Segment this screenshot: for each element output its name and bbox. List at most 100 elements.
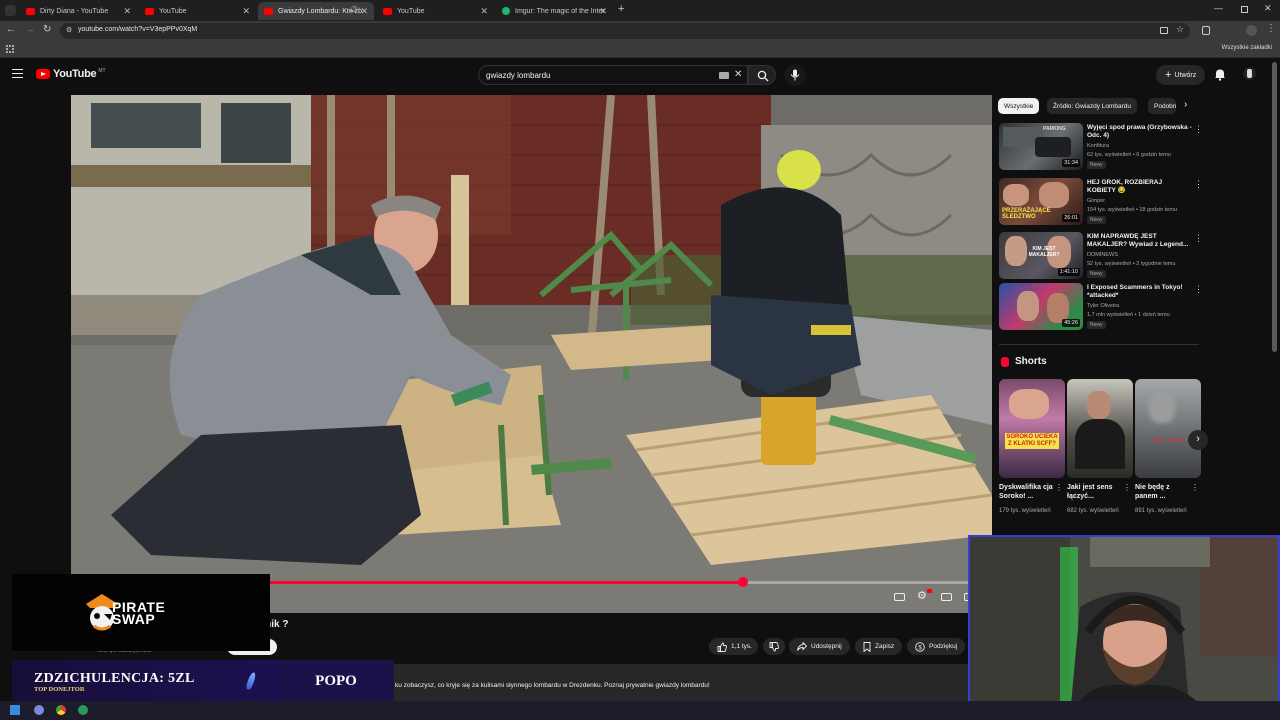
filter-chips: Wszystkie Źródło: Gwiazdy Lombardu Podob… [998, 98, 1198, 114]
video-thumbnail[interactable]: PRZERAŻAJĄCE ŚLEDZTWO 26:01 [999, 178, 1083, 225]
short-title[interactable]: Nie będę z panem ... [1135, 483, 1189, 501]
channel-name[interactable]: Konfitura [1087, 143, 1109, 149]
page-scrollbar[interactable] [1272, 62, 1277, 352]
video-meta: 154 tys. wyświetleń • 18 godzin temu [1087, 207, 1177, 213]
channel-name[interactable]: DOMINEWS [1087, 252, 1118, 258]
close-icon[interactable]: ✕ [123, 6, 131, 17]
more-options-icon[interactable]: ⋮ [1191, 483, 1199, 492]
recommendation-item[interactable]: PRZERAŻAJĄCE ŚLEDZTWO 26:01 HEJ GROK, RO… [999, 178, 1203, 226]
description-text: ku zobaczysz, co kryje się za kulisami s… [395, 682, 710, 689]
browser-tab-5[interactable]: Imgur: The magic of the Intern ✕ [496, 2, 613, 20]
forward-icon[interactable]: → [25, 24, 35, 35]
chevron-right-icon[interactable]: › [1184, 99, 1187, 110]
clear-search-icon[interactable]: ✕ [734, 69, 742, 80]
new-badge: Nowy [1087, 216, 1106, 224]
profile-avatar[interactable] [1246, 25, 1257, 36]
video-thumbnail[interactable]: KIM JEST MAKALJER? 1:41:10 [999, 232, 1083, 279]
share-label: Udostępnij [811, 643, 842, 650]
chrome-icon[interactable] [56, 705, 66, 715]
youtube-header: YouTube MT gwiazdy lombardu ✕ + Utwórz [0, 58, 1280, 92]
share-button[interactable]: Udostępnij [789, 638, 850, 655]
site-info-icon[interactable]: ⚙ [66, 26, 72, 34]
maximize-icon[interactable] [1241, 6, 1248, 13]
video-title[interactable]: Wyjęci spod prawa (Grzybowska - Odc. 4) [1087, 124, 1192, 140]
close-icon[interactable]: ✕ [242, 6, 250, 17]
imgur-icon [502, 7, 510, 15]
account-avatar[interactable] [1243, 67, 1256, 80]
more-options-icon[interactable]: ⋮ [1194, 284, 1203, 295]
close-icon[interactable]: ✕ [360, 6, 368, 17]
close-icon[interactable]: ✕ [599, 6, 607, 17]
new-tab-button[interactable]: + [618, 3, 624, 15]
browser-menu-icon[interactable]: ⋮ [1266, 23, 1276, 34]
tab-search-button[interactable] [5, 5, 16, 16]
more-options-icon[interactable]: ⋮ [1194, 124, 1203, 135]
chip-source[interactable]: Źródło: Gwiazdy Lombardu [1047, 98, 1138, 114]
recommendation-item[interactable]: KIM JEST MAKALJER? 1:41:10 KIM NAPRAWDĘ … [999, 232, 1203, 280]
install-app-icon[interactable] [1160, 27, 1168, 34]
search-button[interactable] [748, 65, 776, 85]
settings-gear-icon[interactable]: ⚙ [917, 589, 927, 602]
donation-headline: ZDZICHULENCJA: 5ZL [34, 671, 195, 686]
os-taskbar [0, 701, 1280, 720]
browser-tab-3[interactable]: Gwiazdy Lombardu: Kto zb 🔊 ✕ [258, 2, 374, 20]
recommendation-item[interactable]: PARKING 31:34 Wyjęci spod prawa (Grzybow… [999, 123, 1203, 171]
url-field[interactable]: ⚙ youtube.com/watch?v=V3epPPv0XqM ☆ [60, 23, 1190, 39]
keyboard-icon[interactable] [719, 72, 729, 79]
video-title[interactable]: KIM NAPRAWDĘ JEST MAKALJER? Wywiad z Leg… [1087, 233, 1192, 249]
feather-icon [245, 671, 257, 691]
like-button[interactable]: 1,1 tys. [709, 638, 758, 655]
video-player[interactable]: ⚙ [71, 95, 992, 613]
video-title[interactable]: I Exposed Scammers in Tokyo! *attacked* [1087, 284, 1192, 300]
video-thumbnail[interactable]: 45:26 [999, 283, 1083, 330]
subtitles-icon[interactable] [894, 593, 905, 601]
taskbar-app-icon[interactable] [78, 705, 88, 715]
short-title[interactable]: Dyskwalifika cja Soroko! ... [999, 483, 1053, 501]
short-thumbnail[interactable] [1067, 379, 1133, 478]
taskbar-app-icon[interactable] [34, 705, 44, 715]
extensions-icon[interactable] [1202, 26, 1210, 35]
save-button[interactable]: Zapisz [855, 638, 903, 655]
more-options-icon[interactable]: ⋮ [1123, 483, 1131, 492]
speaker-icon[interactable]: 🔊 [349, 6, 358, 14]
chip-all[interactable]: Wszystkie [998, 98, 1040, 114]
video-duration: 31:34 [1062, 159, 1080, 167]
reload-icon[interactable]: ↻ [43, 24, 51, 35]
thanks-button[interactable]: $ Podziękuj [907, 638, 966, 655]
video-thumbnail[interactable]: PARKING 31:34 [999, 123, 1083, 170]
video-title[interactable]: HEJ GROK, ROZBIERAJ KOBIETY 😂 [1087, 179, 1192, 195]
search-input[interactable]: gwiazdy lombardu ✕ [478, 65, 748, 85]
dislike-button[interactable] [763, 638, 785, 655]
start-icon[interactable] [10, 705, 20, 715]
miniplayer-icon[interactable] [941, 593, 952, 601]
minimize-icon[interactable]: — [1214, 3, 1223, 13]
notifications-bell-icon[interactable] [1214, 68, 1226, 81]
voice-search-button[interactable] [784, 64, 806, 86]
short-thumbnail[interactable]: Wyj... ci na le... [1135, 379, 1201, 478]
menu-icon[interactable] [12, 69, 23, 78]
youtube-logo[interactable]: YouTube MT [36, 68, 106, 80]
more-options-icon[interactable]: ⋮ [1194, 233, 1203, 244]
shorts-next-button[interactable]: › [1188, 430, 1208, 450]
create-button[interactable]: + Utwórz [1156, 65, 1206, 85]
chip-similar[interactable]: Podobn [1148, 98, 1176, 114]
tab-title: YouTube [159, 7, 187, 15]
back-icon[interactable]: ← [6, 24, 16, 35]
window-close-icon[interactable]: ✕ [1264, 3, 1272, 14]
more-options-icon[interactable]: ⋮ [1194, 179, 1203, 190]
short-title[interactable]: Jaki jest sens łączyć... [1067, 483, 1121, 501]
recommendation-item[interactable]: 45:26 I Exposed Scammers in Tokyo! *atta… [999, 283, 1203, 331]
browser-tab-2[interactable]: YouTube ✕ [139, 2, 256, 20]
short-thumbnail[interactable]: SOROKO UCIEKA Z KLATKI SCFF? [999, 379, 1065, 478]
shorts-icon [1001, 356, 1009, 367]
all-bookmarks-link[interactable]: Wszystkie zakładki [1222, 45, 1272, 51]
apps-grid-icon[interactable] [6, 45, 14, 53]
url-text: youtube.com/watch?v=V3epPPv0XqM [78, 26, 198, 33]
close-icon[interactable]: ✕ [480, 6, 488, 17]
browser-tab-1[interactable]: Dirty Diana - YouTube ✕ [20, 2, 137, 20]
bookmark-star-icon[interactable]: ☆ [1176, 24, 1184, 35]
browser-tab-4[interactable]: YouTube ✕ [377, 2, 494, 20]
more-options-icon[interactable]: ⋮ [1055, 483, 1063, 492]
channel-name[interactable]: Gimper [1087, 198, 1105, 204]
channel-name[interactable]: Tyler Oliveira [1087, 303, 1119, 309]
